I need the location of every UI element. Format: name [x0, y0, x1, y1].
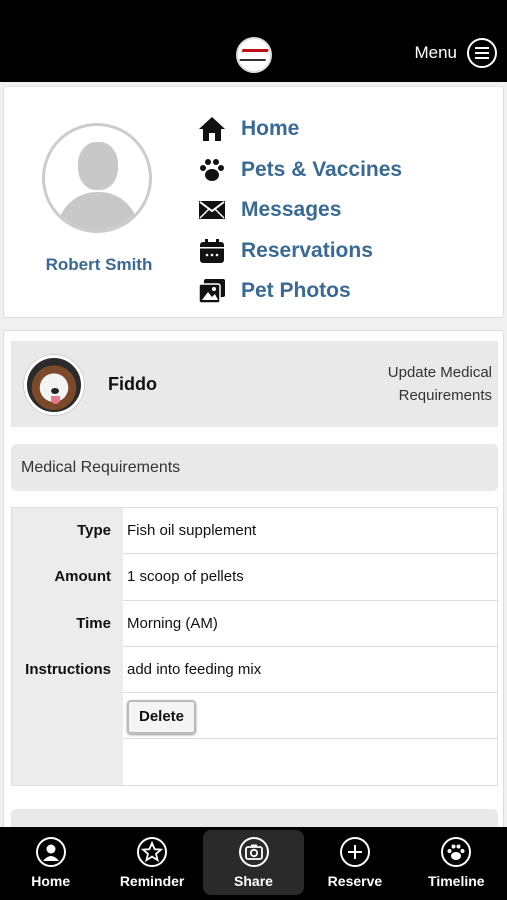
table-row: Type Fish oil supplement — [12, 508, 497, 555]
tab-label: Reserve — [327, 873, 383, 889]
nav-label: Messages — [241, 198, 342, 222]
menu-label: Menu — [414, 43, 457, 62]
paw-icon — [441, 837, 472, 867]
row-key-empty — [12, 693, 123, 740]
tab-reminder[interactable]: Reminder — [101, 827, 202, 900]
row-value: add into feeding mix — [123, 647, 497, 694]
envelope-icon — [197, 195, 227, 225]
row-key-empty — [12, 739, 123, 786]
tab-reserve[interactable]: Reserve — [304, 827, 405, 900]
nav-item-home[interactable]: Home — [197, 109, 402, 150]
row-key: Amount — [12, 554, 123, 601]
menu-button[interactable]: Menu — [414, 38, 497, 68]
tab-share[interactable]: Share — [202, 830, 305, 895]
row-value: 1 scoop of pellets — [123, 554, 497, 601]
table-row: Amount 1 scoop of pellets — [12, 554, 497, 601]
section-title: Medical Requirements — [11, 444, 498, 491]
main-nav: Home Pets & Vaccines Messages Reservatio… — [197, 109, 402, 312]
star-icon — [137, 837, 168, 867]
pet-avatar — [24, 355, 84, 415]
tab-label: Reminder — [119, 873, 185, 889]
tab-label: Home — [31, 873, 71, 889]
medical-panel: Fiddo Update Medical Requirements Medica… — [3, 330, 504, 830]
home-icon — [197, 114, 227, 144]
row-actions: Delete — [123, 693, 497, 740]
nav-label: Pets & Vaccines — [241, 157, 403, 181]
table-row-actions: Delete — [12, 693, 497, 740]
camera-icon — [238, 837, 269, 867]
nav-item-pet-photos[interactable]: Pet Photos — [197, 271, 402, 312]
delete-button[interactable]: Delete — [127, 700, 197, 735]
nav-label: Pet Photos — [241, 279, 351, 303]
update-medical-link[interactable]: Update Medical Requirements — [352, 361, 492, 407]
hamburger-icon — [467, 38, 497, 68]
user-circle-icon — [35, 837, 66, 867]
row-key: Instructions — [12, 646, 123, 694]
avatar — [42, 123, 152, 233]
row-value: Fish oil supplement — [123, 508, 497, 555]
table-row-empty — [12, 739, 497, 786]
table-row: Time Morning (AM) — [12, 600, 497, 647]
row-key: Time — [12, 600, 123, 647]
tab-home[interactable]: Home — [0, 827, 101, 900]
row-value-empty — [123, 739, 497, 785]
tab-label: Share — [234, 873, 273, 889]
user-name[interactable]: Robert Smith — [24, 255, 174, 275]
profile-card: Robert Smith Home Pets & Vaccines Messag… — [3, 86, 504, 318]
nav-item-pets-vaccines[interactable]: Pets & Vaccines — [197, 150, 402, 191]
nav-item-reservations[interactable]: Reservations — [197, 231, 402, 272]
tab-timeline[interactable]: Timeline — [406, 827, 507, 900]
nav-label: Home — [241, 117, 300, 141]
pet-card: Fiddo Update Medical Requirements — [11, 341, 498, 427]
nav-item-messages[interactable]: Messages — [197, 190, 402, 231]
plus-icon — [339, 837, 370, 867]
paw-icon — [197, 155, 227, 185]
photos-icon — [197, 276, 227, 306]
top-bar: Menu — [0, 0, 507, 82]
requirements-table: Type Fish oil supplement Amount 1 scoop … — [11, 507, 498, 787]
brand-logo[interactable] — [236, 37, 272, 73]
bottom-tab-bar: Home Reminder Share Reserve Timeline — [0, 827, 507, 900]
pet-name: Fiddo — [108, 374, 157, 394]
table-row: Instructions add into feeding mix — [12, 646, 497, 694]
row-key: Type — [12, 508, 123, 555]
tab-label: Timeline — [428, 873, 485, 889]
row-value: Morning (AM) — [123, 601, 497, 647]
calendar-icon — [197, 236, 227, 266]
nav-label: Reservations — [241, 238, 373, 262]
